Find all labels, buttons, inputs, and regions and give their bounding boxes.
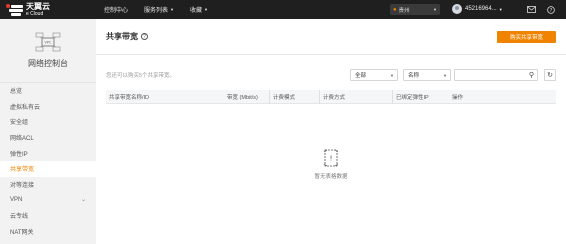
- location-pin-icon: ●: [393, 6, 397, 13]
- help-icon[interactable]: ?: [141, 33, 148, 40]
- caret-down-icon: ▼: [170, 7, 174, 12]
- svg-text:?: ?: [550, 7, 553, 13]
- empty-box-icon: !: [322, 148, 340, 168]
- top-navigation-bar: 天翼云 e Cloud 控制中心 服务列表 ▼ 收藏 ▼ ● 贵州 ▼ 452169…: [0, 0, 566, 19]
- sidebar-item-security-group[interactable]: 安全组: [0, 114, 96, 130]
- caret-down-icon: ▼: [204, 7, 208, 12]
- status-filter-value: 全部: [355, 73, 367, 79]
- sidebar-item-vpc[interactable]: 虚拟私有云: [0, 99, 96, 115]
- sidebar-item-direct-connect[interactable]: 云专线: [0, 208, 96, 224]
- avatar: [452, 4, 462, 14]
- empty-state-text: 暂无表格数据: [314, 174, 348, 180]
- table-header: 共享带宽名称/ID 带宽 (Mbit/s) 计费模式 计费方式 已绑定弹性IP …: [106, 90, 556, 104]
- search-input[interactable]: ⚲: [454, 69, 538, 81]
- column-header: 操作: [452, 95, 464, 101]
- sidebar-item-label: 云专线: [10, 214, 29, 221]
- logo-text-en: e Cloud: [26, 10, 44, 17]
- user-account-id: 4521696​4...: [465, 6, 497, 12]
- sidebar-item-label: 网络ACL: [10, 136, 34, 143]
- main-content: 共享带宽 ? 购买共享带宽 您还可以购买5个共享带宽。 全部 ▼ 名称 ▼ ⚲ …: [96, 19, 566, 244]
- nav-service-list[interactable]: 服务列表 ▼: [144, 5, 174, 14]
- quota-hint: 您还可以购买5个共享带宽。: [106, 73, 176, 79]
- nav-favorites-label: 收藏: [190, 8, 203, 14]
- sidebar-item-label: 共享带宽: [10, 167, 35, 174]
- region-label: 贵州: [398, 7, 410, 14]
- column-header: 已绑定弹性IP: [392, 90, 429, 104]
- sidebar-item-label: VPN: [10, 196, 23, 203]
- nav-favorites[interactable]: 收藏 ▼: [190, 5, 208, 14]
- buy-button-label: 购买共享带宽: [509, 35, 543, 41]
- refresh-icon[interactable]: ↻: [544, 69, 556, 81]
- sidebar-item-shared-bandwidth[interactable]: 共享带宽: [0, 160, 96, 177]
- sidebar-item-elastic-ip[interactable]: 弹性IP: [0, 145, 96, 161]
- svg-text:VPC: VPC: [45, 41, 53, 45]
- column-header: 共享带宽名称/ID: [109, 95, 150, 101]
- caret-down-icon: ▼: [443, 72, 447, 78]
- sidebar: VPC 网络控制台 总览 虚拟私有云 安全组 网络ACL 弹性IP 共享带宽 对…: [0, 19, 96, 244]
- search-field-select[interactable]: 名称 ▼: [403, 69, 451, 81]
- sidebar-menu: 总览 虚拟私有云 安全组 网络ACL 弹性IP 共享带宽 对等连接 VPN ⌄ 云…: [0, 83, 96, 239]
- sidebar-item-overview[interactable]: 总览: [0, 83, 96, 99]
- sidebar-title: 网络控制台: [28, 59, 68, 68]
- mail-icon[interactable]: [525, 4, 537, 15]
- search-field-value: 名称: [408, 73, 420, 79]
- empty-state: ! 暂无表格数据: [301, 148, 361, 180]
- caret-down-icon: ▼: [433, 7, 437, 12]
- filter-toolbar: 您还可以购买5个共享带宽。 全部 ▼ 名称 ▼ ⚲ ↻: [106, 69, 556, 81]
- region-selector[interactable]: ● 贵州 ▼: [390, 4, 440, 15]
- sidebar-item-label: 弹性IP: [10, 151, 28, 158]
- bandwidth-table: 共享带宽名称/ID 带宽 (Mbit/s) 计费模式 计费方式 已绑定弹性IP …: [106, 90, 556, 104]
- caret-down-icon: ▼: [498, 6, 503, 12]
- sidebar-item-peering[interactable]: 对等连接: [0, 177, 96, 193]
- network-console-icon: VPC: [35, 32, 61, 52]
- svg-text:!: !: [330, 155, 333, 163]
- column-header: 带宽 (Mbit/s): [227, 95, 258, 101]
- column-header: 计费模式: [269, 90, 295, 104]
- status-filter-select[interactable]: 全部 ▼: [350, 69, 398, 81]
- help-center-icon[interactable]: ?: [545, 4, 557, 15]
- sidebar-item-label: 虚拟私有云: [10, 104, 41, 111]
- nav-control-center-label: 控制中心: [104, 8, 129, 14]
- sidebar-item-label: 对等连接: [10, 182, 35, 189]
- sidebar-header: VPC 网络控制台: [0, 19, 96, 83]
- sidebar-item-label: NAT网关: [10, 229, 34, 236]
- user-menu[interactable]: 4521696​4... ▼: [452, 4, 503, 14]
- sidebar-item-network-acl[interactable]: 网络ACL: [0, 130, 96, 146]
- sidebar-item-vpn[interactable]: VPN ⌄: [0, 192, 96, 208]
- buy-shared-bandwidth-button[interactable]: 购买共享带宽: [497, 31, 556, 43]
- page-title: 共享带宽: [106, 32, 138, 41]
- chevron-down-icon: ⌄: [80, 197, 86, 204]
- logo-text-cn: 天翼云: [26, 1, 50, 11]
- page-header: 共享带宽 ?: [96, 19, 566, 55]
- sidebar-item-nat-gateway[interactable]: NAT网关: [0, 223, 96, 239]
- search-icon[interactable]: ⚲: [529, 71, 534, 79]
- column-header: 计费方式: [319, 90, 345, 104]
- nav-control-center[interactable]: 控制中心: [104, 5, 128, 14]
- nav-service-list-label: 服务列表: [144, 8, 169, 14]
- sidebar-item-label: 安全组: [10, 120, 29, 127]
- logo-mark-icon: [6, 3, 24, 16]
- ctyun-logo[interactable]: 天翼云 e Cloud: [0, 0, 104, 19]
- caret-down-icon: ▼: [390, 72, 394, 78]
- sidebar-item-label: 总览: [10, 89, 23, 96]
